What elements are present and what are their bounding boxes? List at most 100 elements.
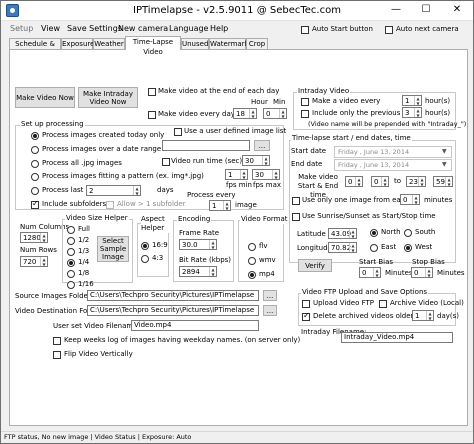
hour-label: Hour	[251, 98, 268, 106]
menu-language[interactable]: Language	[166, 23, 211, 35]
tab-crop[interactable]: Crop	[246, 38, 268, 49]
keep-weeks-checkbox[interactable]	[53, 337, 61, 345]
process-pattern-radio[interactable]	[31, 173, 39, 181]
ftp-title: Video FTP Upload and Save Options	[301, 288, 429, 297]
user-image-list-checkbox[interactable]	[174, 128, 182, 136]
format-flv-radio[interactable]	[248, 243, 256, 251]
user-image-list-field[interactable]	[162, 140, 250, 151]
select-sample-image-button[interactable]: Select Sample Image	[97, 236, 129, 262]
size-third-radio[interactable]	[67, 248, 75, 256]
tab-watermark[interactable]: Watermark	[209, 38, 249, 49]
make-intraday-video-now-button[interactable]: Make Intraday Video Now	[78, 87, 138, 108]
tab-unused[interactable]: Unused	[181, 38, 209, 49]
intraday-every-spinner[interactable]: 1 ▲ ▼	[402, 95, 422, 106]
video-run-time-spinner[interactable]: 30 ▲ ▼	[242, 155, 270, 166]
menu-new-camera[interactable]: New camera	[115, 23, 171, 35]
make-video-now-button[interactable]: Make Video Now	[15, 87, 75, 108]
size-half-label: 1/2	[78, 236, 90, 244]
size-quarter-radio[interactable]	[67, 259, 75, 267]
west-radio[interactable]	[404, 244, 412, 252]
aspect-4-3-radio[interactable]	[141, 255, 149, 263]
menu-setup[interactable]: Setup	[7, 23, 36, 35]
num-rows-spinner[interactable]: 720 ▲ ▼	[20, 256, 48, 267]
frame-rate-spinner[interactable]: 30.0 ▲ ▼	[179, 239, 217, 250]
verify-button[interactable]: Verify	[298, 259, 332, 272]
north-radio[interactable]	[370, 229, 378, 237]
allow-subfolder-checkbox[interactable]	[106, 201, 114, 209]
include-subfolders-checkbox[interactable]	[31, 199, 39, 209]
to-min-spinner[interactable]: 59 ▲ ▼	[433, 176, 453, 187]
end-date-label: End date	[291, 160, 323, 168]
fps-max-spinner[interactable]: 30 ▲ ▼	[252, 169, 280, 180]
from-hour-spinner[interactable]: 0 ▲ ▼	[345, 176, 363, 187]
video-run-time-checkbox[interactable]	[162, 158, 170, 166]
use-one-image-checkbox[interactable]	[292, 197, 300, 205]
to-hour-spinner[interactable]: 23 ▲ ▼	[406, 176, 426, 187]
minimize-button[interactable]: —	[381, 1, 411, 20]
east-radio[interactable]	[370, 244, 378, 252]
process-all-radio[interactable]	[31, 160, 39, 168]
include-previous-spinner[interactable]: 3 ▲ ▼	[402, 107, 422, 118]
fps-min-spinner[interactable]: 1 ▲ ▼	[225, 169, 248, 180]
process-last-radio[interactable]	[31, 187, 39, 195]
stop-bias-label: Stop Bias	[412, 258, 445, 266]
use-one-image-spinner[interactable]: 0 ▲ ▼	[400, 194, 420, 205]
user-image-list-browse-button[interactable]: ...	[254, 140, 270, 151]
user-filename-field[interactable]: Video.mp4	[131, 320, 259, 331]
upload-ftp-checkbox[interactable]	[302, 300, 310, 308]
start-date-label: Start date	[291, 147, 327, 155]
format-mp4-radio[interactable]	[248, 271, 256, 279]
size-eighth-radio[interactable]	[67, 270, 75, 278]
tab-schedule-ftp[interactable]: Schedule & FTP	[9, 38, 61, 58]
size-full-radio[interactable]	[67, 226, 75, 234]
auto-next-camera-checkbox[interactable]	[385, 26, 393, 34]
fps-min-label: fps min	[226, 181, 252, 189]
process-today-label: Process images created today only	[42, 131, 165, 139]
process-last-spinner[interactable]: 2 ▲ ▼	[86, 185, 141, 196]
process-date-range-radio[interactable]	[31, 146, 39, 154]
dest-folder-browse-button[interactable]: ...	[263, 305, 277, 316]
end-date-picker[interactable]: Friday , June 13, 2014 ▼	[334, 159, 452, 171]
video-min-spinner[interactable]: 0 ▲ ▼	[263, 108, 287, 119]
intraday-filename-field[interactable]: Intraday_Video.mp4	[341, 332, 453, 343]
process-today-radio[interactable]	[31, 132, 39, 140]
start-bias-spinner[interactable]: 0 ▲ ▼	[359, 267, 381, 278]
dest-folder-field[interactable]: C:\Users\Techpro Security\Pictures\IPTim…	[87, 305, 259, 316]
start-date-picker[interactable]: Friday , June 13, 2014 ▼	[334, 146, 452, 158]
source-folder-field[interactable]: C:\Users\Techpro Security\Pictures\IPTim…	[87, 290, 259, 301]
auto-start-checkbox[interactable]	[301, 26, 309, 34]
make-intraday-every-checkbox[interactable]	[301, 98, 309, 106]
make-video-every-day-label: Make video every day at	[158, 110, 245, 118]
longitude-spinner[interactable]: 70.82 ▲ ▼	[328, 242, 357, 253]
tab-exposure[interactable]: Exposure	[61, 38, 94, 49]
source-folder-browse-button[interactable]: ...	[263, 290, 277, 301]
bit-rate-spinner[interactable]: 2894 ▲ ▼	[179, 266, 217, 277]
make-video-end-of-day-label: Make video at the end of each day	[158, 87, 280, 95]
south-radio[interactable]	[404, 229, 412, 237]
include-previous-checkbox[interactable]	[301, 110, 309, 118]
num-columns-spinner[interactable]: 1280 ▲ ▼	[20, 232, 48, 243]
menu-view[interactable]: View	[38, 23, 63, 35]
format-wmv-radio[interactable]	[248, 257, 256, 265]
tab-time-lapse-video[interactable]: Time-Lapse Video	[125, 36, 181, 56]
process-every-spinner[interactable]: 1 ▲ ▼	[209, 200, 231, 211]
delete-days-spinner[interactable]: 1 ▲ ▼	[412, 310, 434, 321]
size-eighth-label: 1/8	[78, 269, 90, 277]
size-half-radio[interactable]	[67, 237, 75, 245]
size-sixteenth-radio[interactable]	[67, 281, 75, 289]
stop-bias-spinner[interactable]: 0 ▲ ▼	[411, 267, 433, 278]
use-sunrise-checkbox[interactable]	[292, 213, 300, 221]
from-min-spinner[interactable]: 0 ▲ ▼	[371, 176, 389, 187]
make-video-end-of-day-checkbox[interactable]	[148, 88, 156, 96]
menu-help[interactable]: Help	[207, 23, 231, 35]
close-button[interactable]: ✕	[442, 1, 472, 20]
archive-video-checkbox[interactable]	[379, 300, 387, 308]
maximize-button[interactable]: ☐	[411, 1, 441, 20]
flip-video-checkbox[interactable]	[53, 351, 61, 359]
latitude-spinner[interactable]: 43.09 ▲ ▼	[328, 228, 357, 239]
make-video-every-day-checkbox[interactable]	[148, 111, 156, 119]
tab-weather[interactable]: Weather	[93, 38, 125, 49]
video-hour-spinner[interactable]: 18 ▲ ▼	[233, 108, 257, 119]
aspect-16-9-radio[interactable]	[141, 242, 149, 250]
delete-archived-checkbox[interactable]	[302, 311, 310, 321]
